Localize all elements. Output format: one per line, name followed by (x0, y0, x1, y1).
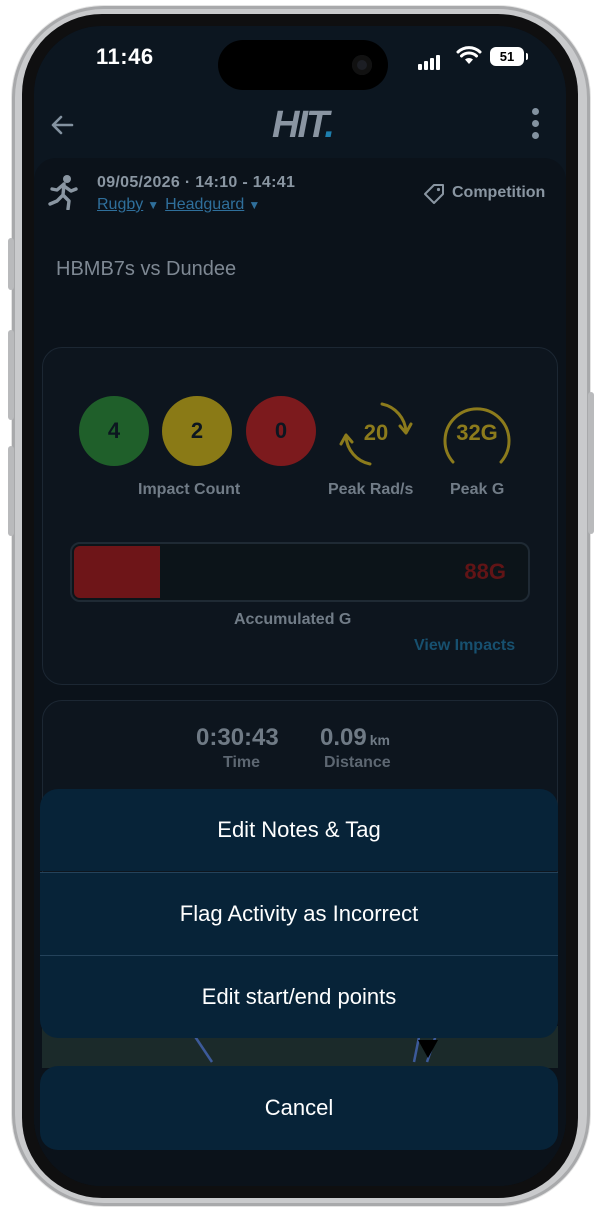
logo-dot: . (324, 104, 334, 146)
time-label: Time (223, 754, 261, 771)
cellular-signal-icon (418, 52, 442, 70)
accumulated-g-value: 88G (464, 559, 506, 584)
device-dropdown-icon[interactable]: ▼ (248, 198, 260, 212)
status-bar: 11:46 51 (34, 26, 566, 96)
cancel-button[interactable]: Cancel (40, 1066, 558, 1150)
edit-start-end-button[interactable]: Edit start/end points (40, 956, 558, 1038)
peak-rad-value: 20 (363, 420, 389, 445)
impact-yellow-count: 2 (162, 396, 232, 466)
accumulated-g-bar: 88G (70, 542, 530, 602)
impact-count-label: Impact Count (138, 481, 241, 498)
tag-icon (424, 184, 444, 204)
distance-value-wrap: 0.09 km (320, 724, 390, 752)
time-value: 0:30:43 (196, 724, 279, 751)
activity-datetime: 09/05/2026 · 14:10 - 14:41 (97, 174, 296, 191)
impact-green-count: 4 (79, 396, 149, 466)
distance-label: Distance (324, 754, 391, 771)
sport-dropdown-icon[interactable]: ▼ (147, 198, 159, 212)
camera-icon (352, 55, 372, 75)
wifi-icon (456, 46, 482, 64)
power-button (588, 392, 594, 534)
peak-g-value: 32G (456, 420, 498, 445)
accumulated-g-fill (74, 546, 160, 598)
activity-tag: Competition (452, 184, 546, 201)
running-person-icon (48, 175, 78, 210)
sport-link[interactable]: Rugby (97, 196, 143, 213)
flag-activity-button[interactable]: Flag Activity as Incorrect (40, 873, 558, 955)
peak-rad-gauge: 20 (338, 396, 414, 472)
phone-screen: 11:46 51 HIT. 09/05/2026 · 14:10 - 14:41… (34, 26, 566, 1186)
battery-icon: 51 (490, 47, 528, 66)
distance-unit: km (369, 732, 390, 748)
volume-up-button (8, 330, 14, 420)
action-button (8, 238, 14, 290)
volume-down-button (8, 446, 14, 536)
status-time: 11:46 (96, 44, 154, 69)
logo-text: HIT (272, 104, 326, 146)
accumulated-g-label: Accumulated G (234, 611, 352, 628)
impact-red-count: 0 (246, 396, 316, 466)
view-impacts-link[interactable]: View Impacts (414, 637, 515, 655)
activity-type-links: Rugby ▼ Headguard ▼ (97, 196, 266, 214)
distance-value: 0.09 (320, 724, 367, 751)
app-logo: HIT. (272, 104, 335, 147)
device-link[interactable]: Headguard (165, 196, 244, 213)
edit-notes-tag-button[interactable]: Edit Notes & Tag (40, 789, 558, 871)
activity-title: HBMB7s vs Dundee (56, 258, 237, 280)
dynamic-island (218, 40, 388, 90)
peak-g-label: Peak G (450, 481, 505, 498)
more-options-icon[interactable] (528, 108, 542, 144)
peak-g-gauge: 32G (439, 396, 515, 472)
back-arrow-icon[interactable] (48, 110, 78, 140)
peak-rad-label: Peak Rad/s (328, 481, 414, 498)
